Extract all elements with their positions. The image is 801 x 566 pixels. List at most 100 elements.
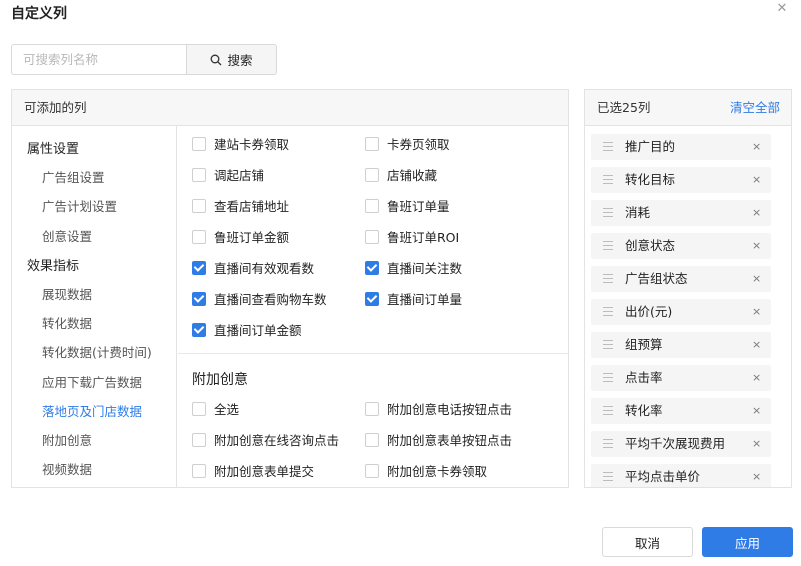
remove-column-icon[interactable]: × bbox=[752, 134, 761, 159]
selected-column-item[interactable]: 平均点击单价 × bbox=[591, 464, 771, 487]
remove-column-icon[interactable]: × bbox=[752, 167, 761, 192]
remove-column-icon[interactable]: × bbox=[752, 332, 761, 357]
column-checkbox-option[interactable]: 鲁班订单量 bbox=[365, 196, 450, 215]
column-option-label: 鲁班订单量 bbox=[387, 199, 450, 214]
close-icon[interactable]: ✕ bbox=[775, 2, 789, 16]
drag-handle-icon[interactable] bbox=[603, 241, 613, 251]
column-checkbox-option[interactable]: 直播间有效观看数 bbox=[192, 258, 314, 277]
column-options: 附加创意 建站卡券领取 卡券页领取 调起店铺 店铺收藏 查看店铺地址 鲁班订单量 鲁班订单金… bbox=[178, 126, 568, 487]
category-item[interactable]: 应用下载广告数据 bbox=[42, 372, 142, 391]
drag-handle-icon[interactable] bbox=[603, 340, 613, 350]
column-option-label: 鲁班订单ROI bbox=[387, 230, 460, 245]
selected-column-item[interactable]: 点击率 × bbox=[591, 365, 771, 391]
drag-handle-icon[interactable] bbox=[603, 439, 613, 449]
cancel-button[interactable]: 取消 bbox=[602, 527, 693, 557]
checkbox[interactable] bbox=[192, 167, 206, 182]
remove-column-icon[interactable]: × bbox=[752, 365, 761, 390]
column-option-label: 附加创意卡券领取 bbox=[387, 464, 488, 479]
column-checkbox-option[interactable]: 店铺收藏 bbox=[365, 165, 437, 184]
checkbox[interactable] bbox=[365, 167, 379, 182]
column-checkbox-option[interactable]: 附加创意卡券领取 bbox=[365, 461, 487, 480]
remove-column-icon[interactable]: × bbox=[752, 464, 761, 487]
remove-column-icon[interactable]: × bbox=[752, 398, 761, 423]
drag-handle-icon[interactable] bbox=[603, 472, 613, 482]
drag-handle-icon[interactable] bbox=[603, 175, 613, 185]
category-group: 效果指标 bbox=[27, 258, 80, 274]
apply-button[interactable]: 应用 bbox=[702, 527, 793, 557]
column-checkbox-option[interactable]: 附加创意表单按钮点击 bbox=[365, 430, 512, 449]
search-button[interactable]: 搜索 bbox=[186, 44, 277, 75]
category-item[interactable]: 视频数据 bbox=[42, 459, 92, 478]
category-item[interactable]: 转化数据 bbox=[42, 313, 92, 332]
drag-handle-icon[interactable] bbox=[603, 406, 613, 416]
checkbox[interactable] bbox=[365, 463, 379, 478]
selected-column-item[interactable]: 广告组状态 × bbox=[591, 266, 771, 292]
checkbox-checked[interactable] bbox=[192, 322, 206, 337]
search-button-label: 搜索 bbox=[227, 53, 253, 68]
checkbox[interactable] bbox=[192, 463, 206, 478]
column-checkbox-option[interactable]: 直播间查看购物车数 bbox=[192, 289, 327, 308]
column-checkbox-option[interactable]: 直播间关注数 bbox=[365, 258, 462, 277]
column-checkbox-option[interactable]: 卡券页领取 bbox=[365, 134, 450, 153]
checkbox[interactable] bbox=[192, 432, 206, 447]
column-checkbox-option[interactable]: 建站卡券领取 bbox=[192, 134, 289, 153]
remove-column-icon[interactable]: × bbox=[752, 299, 761, 324]
checkbox[interactable] bbox=[365, 136, 379, 151]
remove-column-icon[interactable]: × bbox=[752, 233, 761, 258]
checkbox-checked[interactable] bbox=[192, 260, 206, 275]
checkbox[interactable] bbox=[365, 401, 379, 416]
column-checkbox-option[interactable]: 查看店铺地址 bbox=[192, 196, 289, 215]
category-item[interactable]: 展现数据 bbox=[42, 284, 92, 303]
drag-handle-icon[interactable] bbox=[603, 142, 613, 152]
remove-column-icon[interactable]: × bbox=[752, 431, 761, 456]
drag-handle-icon[interactable] bbox=[603, 208, 613, 218]
column-checkbox-option[interactable]: 直播间订单金额 bbox=[192, 320, 302, 339]
column-checkbox-option[interactable]: 调起店铺 bbox=[192, 165, 264, 184]
drag-handle-icon[interactable] bbox=[603, 307, 613, 317]
remove-column-icon[interactable]: × bbox=[752, 266, 761, 291]
selected-column-item[interactable]: 平均千次展现费用 × bbox=[591, 431, 771, 457]
checkbox[interactable] bbox=[365, 432, 379, 447]
search-input[interactable] bbox=[11, 44, 187, 75]
checkbox[interactable] bbox=[192, 229, 206, 244]
search-icon bbox=[211, 54, 222, 65]
column-checkbox-option[interactable]: 附加创意表单提交 bbox=[192, 461, 314, 480]
selected-column-item[interactable]: 转化目标 × bbox=[591, 167, 771, 193]
checkbox[interactable] bbox=[365, 198, 379, 213]
selected-column-item[interactable]: 组预算 × bbox=[591, 332, 771, 358]
column-checkbox-option[interactable]: 附加创意在线咨询点击 bbox=[192, 430, 339, 449]
checkbox-checked[interactable] bbox=[365, 260, 379, 275]
column-option-label: 直播间订单量 bbox=[387, 292, 463, 307]
selected-column-item[interactable]: 消耗 × bbox=[591, 200, 771, 226]
checkbox[interactable] bbox=[192, 198, 206, 213]
selected-columns-panel: 已选25列 清空全部 推广目的 × 转化目标 × 消耗 × 创意状态 × 广告组状态 × 出价(元)… bbox=[584, 89, 792, 488]
clear-all-link[interactable]: 清空全部 bbox=[730, 90, 780, 125]
checkbox[interactable] bbox=[365, 229, 379, 244]
selected-column-item[interactable]: 转化率 × bbox=[591, 398, 771, 424]
column-option-label: 卡券页领取 bbox=[387, 137, 450, 152]
selected-column-label: 转化率 bbox=[625, 403, 663, 418]
category-item[interactable]: 转化数据(计费时间) bbox=[42, 342, 152, 361]
selected-column-label: 消耗 bbox=[625, 205, 651, 220]
column-option-label: 附加创意表单按钮点击 bbox=[387, 433, 513, 448]
drag-handle-icon[interactable] bbox=[603, 274, 613, 284]
category-item[interactable]: 广告组设置 bbox=[42, 167, 105, 186]
column-checkbox-option[interactable]: 直播间订单量 bbox=[365, 289, 462, 308]
column-checkbox-option[interactable]: 全选 bbox=[192, 399, 239, 418]
column-checkbox-option[interactable]: 鲁班订单ROI bbox=[365, 227, 459, 246]
checkbox-checked[interactable] bbox=[192, 291, 206, 306]
selected-column-item[interactable]: 出价(元) × bbox=[591, 299, 771, 325]
checkbox-checked[interactable] bbox=[365, 291, 379, 306]
column-checkbox-option[interactable]: 附加创意电话按钮点击 bbox=[365, 399, 512, 418]
remove-column-icon[interactable]: × bbox=[752, 200, 761, 225]
category-item[interactable]: 创意设置 bbox=[42, 226, 92, 245]
drag-handle-icon[interactable] bbox=[603, 373, 613, 383]
selected-column-item[interactable]: 推广目的 × bbox=[591, 134, 771, 160]
checkbox[interactable] bbox=[192, 136, 206, 151]
checkbox[interactable] bbox=[192, 401, 206, 416]
column-checkbox-option[interactable]: 鲁班订单金额 bbox=[192, 227, 289, 246]
category-item[interactable]: 落地页及门店数据 bbox=[42, 401, 142, 420]
selected-column-item[interactable]: 创意状态 × bbox=[591, 233, 771, 259]
category-item[interactable]: 广告计划设置 bbox=[42, 196, 117, 215]
category-item[interactable]: 附加创意 bbox=[42, 430, 92, 449]
